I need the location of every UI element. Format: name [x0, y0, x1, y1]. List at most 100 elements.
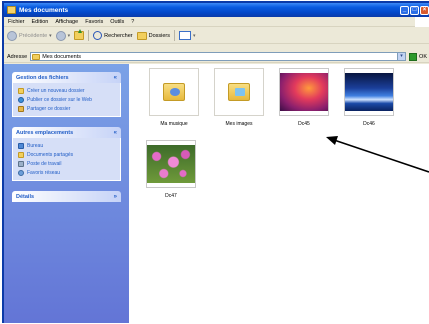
file-name: Dc45	[298, 121, 310, 127]
other-places-header[interactable]: Autres emplacements «	[12, 127, 121, 138]
minimize-button[interactable]: _	[400, 5, 409, 15]
windows-logo-icon	[415, 16, 429, 27]
back-label: Précédente	[19, 32, 48, 39]
new-folder-icon	[18, 87, 24, 94]
folders-label: Dossiers	[148, 32, 171, 39]
file-name: Ma musique	[160, 121, 188, 127]
up-button[interactable]	[74, 29, 85, 40]
task-label: Créer un nouveau dossier	[27, 87, 85, 94]
details-header[interactable]: Détails »	[12, 191, 121, 202]
file-item-dc46[interactable]: Dc46	[339, 68, 399, 127]
place-label: Documents partagés	[27, 151, 74, 158]
menu-affichage[interactable]: Affichage	[55, 19, 78, 25]
desktop-icon	[18, 142, 24, 149]
folder-icon	[7, 6, 16, 14]
folder-icon	[32, 53, 41, 60]
file-item-music[interactable]: Ma musique	[144, 68, 204, 127]
network-icon	[18, 169, 24, 176]
forward-button[interactable]: ▾	[55, 30, 71, 41]
chevron-down-icon: ▾	[67, 32, 71, 39]
place-label: Bureau	[27, 142, 44, 149]
address-label: Adresse	[7, 53, 28, 60]
details-panel: Détails »	[12, 191, 121, 202]
go-label: OK	[419, 53, 427, 60]
chevron-down-icon: ▾	[193, 32, 196, 39]
views-button[interactable]: ▾	[179, 31, 196, 40]
place-network[interactable]: Favoris réseau	[18, 168, 115, 177]
search-button[interactable]: Rechercher	[93, 31, 133, 40]
folders-icon	[136, 31, 147, 40]
file-item-dc45[interactable]: Dc45	[274, 68, 334, 127]
task-pane: Gestion des fichiers « Créer un nouveau …	[4, 64, 129, 323]
toolbar-separator	[88, 30, 90, 41]
task-share-folder[interactable]: Partager ce dossier	[18, 104, 115, 113]
address-dropdown-button[interactable]: ▾	[397, 53, 406, 60]
place-label: Poste de travail	[27, 160, 62, 167]
back-button[interactable]: Précédente ▾	[7, 30, 52, 41]
window-title: Mes documents	[19, 6, 69, 14]
panel-title: Autres emplacements	[16, 129, 74, 136]
toolbar: Précédente ▾ ▾ Rechercher Dossiers ▾	[4, 28, 429, 44]
share-icon	[18, 105, 24, 112]
menu-fichier[interactable]: Fichier	[8, 19, 25, 25]
folders-button[interactable]: Dossiers	[136, 31, 171, 40]
menu-bar: Fichier Edition Affichage Favoris Outils…	[4, 16, 429, 27]
back-arrow-icon	[7, 30, 17, 41]
maximize-button[interactable]: □	[410, 5, 419, 15]
toolbar-separator	[174, 30, 176, 41]
views-icon	[179, 31, 192, 40]
place-desktop[interactable]: Bureau	[18, 141, 115, 150]
thumbnail	[149, 68, 199, 116]
search-icon	[93, 31, 103, 40]
go-arrow-icon	[409, 52, 418, 61]
file-tasks-panel: Gestion des fichiers « Créer un nouveau …	[12, 72, 121, 117]
place-my-computer[interactable]: Poste de travail	[18, 159, 115, 168]
title-bar[interactable]: Mes documents _ □ ×	[4, 3, 429, 17]
computer-icon	[18, 160, 24, 167]
menu-outils[interactable]: Outils	[110, 19, 124, 25]
collapse-icon[interactable]: «	[114, 130, 117, 136]
file-view: Ma musique Mes images Dc45 Dc46 Dc47	[129, 64, 429, 323]
waves-photo-icon	[345, 73, 393, 111]
content-area: Gestion des fichiers « Créer un nouveau …	[4, 64, 429, 323]
thumbnail	[344, 68, 394, 116]
address-value[interactable]: Mes documents	[42, 54, 395, 60]
other-places-panel: Autres emplacements « Bureau Documents p…	[12, 127, 121, 181]
sunset-photo-icon	[280, 73, 328, 111]
address-bar: Adresse Mes documents ▾ OK	[4, 51, 429, 63]
task-new-folder[interactable]: Créer un nouveau dossier	[18, 86, 115, 95]
file-tasks-header[interactable]: Gestion des fichiers «	[12, 72, 121, 83]
music-folder-icon	[163, 83, 185, 101]
file-name: Dc46	[363, 121, 375, 127]
thumbnail	[214, 68, 264, 116]
chevron-down-icon: ▾	[49, 32, 52, 39]
menu-favoris[interactable]: Favoris	[85, 19, 103, 25]
close-button[interactable]: ×	[420, 5, 429, 15]
thumbnail	[279, 68, 329, 116]
address-field[interactable]: Mes documents ▾	[30, 52, 407, 61]
folder-up-icon	[74, 29, 85, 40]
shared-folder-icon	[18, 151, 24, 158]
file-item-pictures[interactable]: Mes images	[209, 68, 269, 127]
task-publish-web[interactable]: Publier ce dossier sur le Web	[18, 95, 115, 104]
menu-edition[interactable]: Edition	[32, 19, 49, 25]
collapse-icon[interactable]: «	[114, 75, 117, 81]
file-name: Dc47	[165, 193, 177, 199]
flowers-photo-icon	[147, 145, 195, 183]
panel-title: Gestion des fichiers	[16, 74, 69, 81]
panel-title: Détails	[16, 193, 35, 200]
explorer-window: Mes documents _ □ × Fichier Edition Affi…	[2, 1, 429, 323]
pictures-folder-icon	[228, 83, 250, 101]
task-label: Partager ce dossier	[27, 105, 71, 112]
file-item-dc47[interactable]: Dc47	[141, 140, 201, 199]
search-label: Rechercher	[104, 32, 133, 39]
menu-help[interactable]: ?	[131, 19, 134, 25]
expand-icon[interactable]: »	[114, 194, 117, 200]
place-label: Favoris réseau	[27, 169, 61, 176]
go-button[interactable]: OK	[409, 52, 427, 61]
file-name: Mes images	[225, 121, 253, 127]
forward-arrow-icon	[55, 30, 66, 41]
globe-icon	[18, 96, 24, 103]
place-shared-documents[interactable]: Documents partagés	[18, 150, 115, 159]
thumbnail	[146, 140, 196, 188]
